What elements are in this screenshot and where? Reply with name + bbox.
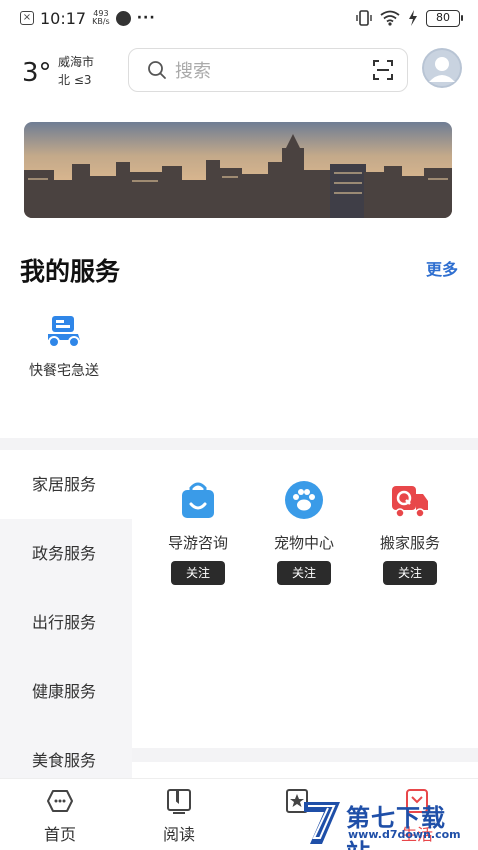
nav-home-label: 首页 <box>43 825 76 844</box>
wifi-icon <box>380 10 400 26</box>
weather-info[interactable]: 威海市 北 ≤3 <box>58 53 94 89</box>
panel-divider <box>132 748 478 762</box>
paw-icon <box>285 481 323 519</box>
tile-name: 宠物中心 <box>273 534 334 552</box>
tile-name: 搬家服务 <box>379 534 440 552</box>
city-name: 威海市 <box>58 55 95 69</box>
avatar[interactable] <box>422 48 462 88</box>
search-input[interactable]: 搜索 <box>175 57 371 83</box>
network-speed: 493 KB/s <box>92 10 110 26</box>
more-notifications-icon: ··· <box>136 10 156 26</box>
watermark-logo-icon <box>304 802 340 844</box>
charging-icon <box>409 10 417 26</box>
search-icon <box>148 61 166 79</box>
status-bar: × 10:17 493 KB/s ··· 80 <box>0 0 478 36</box>
service-label: 快餐宅急送 <box>29 363 99 379</box>
section-divider <box>0 438 478 450</box>
temperature: 3° <box>22 58 52 88</box>
category-health-services[interactable]: 健康服务 <box>0 657 132 726</box>
vibrate-icon <box>356 10 372 26</box>
app-notification-icon <box>115 10 131 26</box>
nav-home[interactable]: 首页 <box>25 787 95 845</box>
my-services-more-link[interactable]: 更多 <box>426 256 458 280</box>
user-avatar-icon <box>422 48 462 88</box>
watermark: 第七下载站 www.d7down.com <box>300 798 470 850</box>
book-icon <box>167 789 191 814</box>
tile-moving-service[interactable]: 搬家服务 关注 <box>360 480 460 585</box>
follow-button[interactable]: 关注 <box>383 561 437 585</box>
follow-button[interactable]: 关注 <box>171 561 225 585</box>
city-banner-image[interactable] <box>24 122 452 218</box>
nav-read[interactable]: 阅读 <box>144 787 214 845</box>
service-item-fast-food-delivery[interactable]: 快餐宅急送 <box>22 312 106 380</box>
status-time: 10:17 <box>40 8 87 28</box>
notification-close-icon: × <box>20 11 34 25</box>
category-home-services[interactable]: 家居服务 <box>0 450 132 519</box>
truck-icon <box>392 486 428 518</box>
watermark-url: www.d7down.com <box>348 828 461 841</box>
category-government-services[interactable]: 政务服务 <box>0 519 132 588</box>
network-speed-unit: KB/s <box>92 17 110 26</box>
scan-icon[interactable] <box>371 58 395 82</box>
wind-info: 北 ≤3 <box>58 73 92 87</box>
tile-pet-center[interactable]: 宠物中心 关注 <box>254 480 354 585</box>
city-skyline-image <box>24 122 452 218</box>
follow-button[interactable]: 关注 <box>277 561 331 585</box>
category-travel-services[interactable]: 出行服务 <box>0 588 132 657</box>
shopping-bag-icon <box>182 482 214 518</box>
tile-tour-guide[interactable]: 导游咨询 关注 <box>148 480 248 585</box>
home-icon <box>47 790 73 812</box>
search-bar[interactable]: 搜索 <box>128 48 408 92</box>
tile-name: 导游咨询 <box>167 534 228 552</box>
battery-level: 80 <box>426 9 463 27</box>
category-content-panel: 导游咨询 关注 宠物中心 关注 搬家服务 关注 <box>132 450 478 748</box>
top-header: 3° 威海市 北 ≤3 搜索 <box>0 44 478 100</box>
nav-read-label: 阅读 <box>162 825 195 844</box>
category-sidebar: 家居服务 政务服务 出行服务 健康服务 美食服务 <box>0 450 132 780</box>
my-services-title: 我的服务 <box>20 257 121 286</box>
scooter-icon <box>48 316 80 348</box>
watermark-text: 第七下载站 <box>346 804 446 850</box>
